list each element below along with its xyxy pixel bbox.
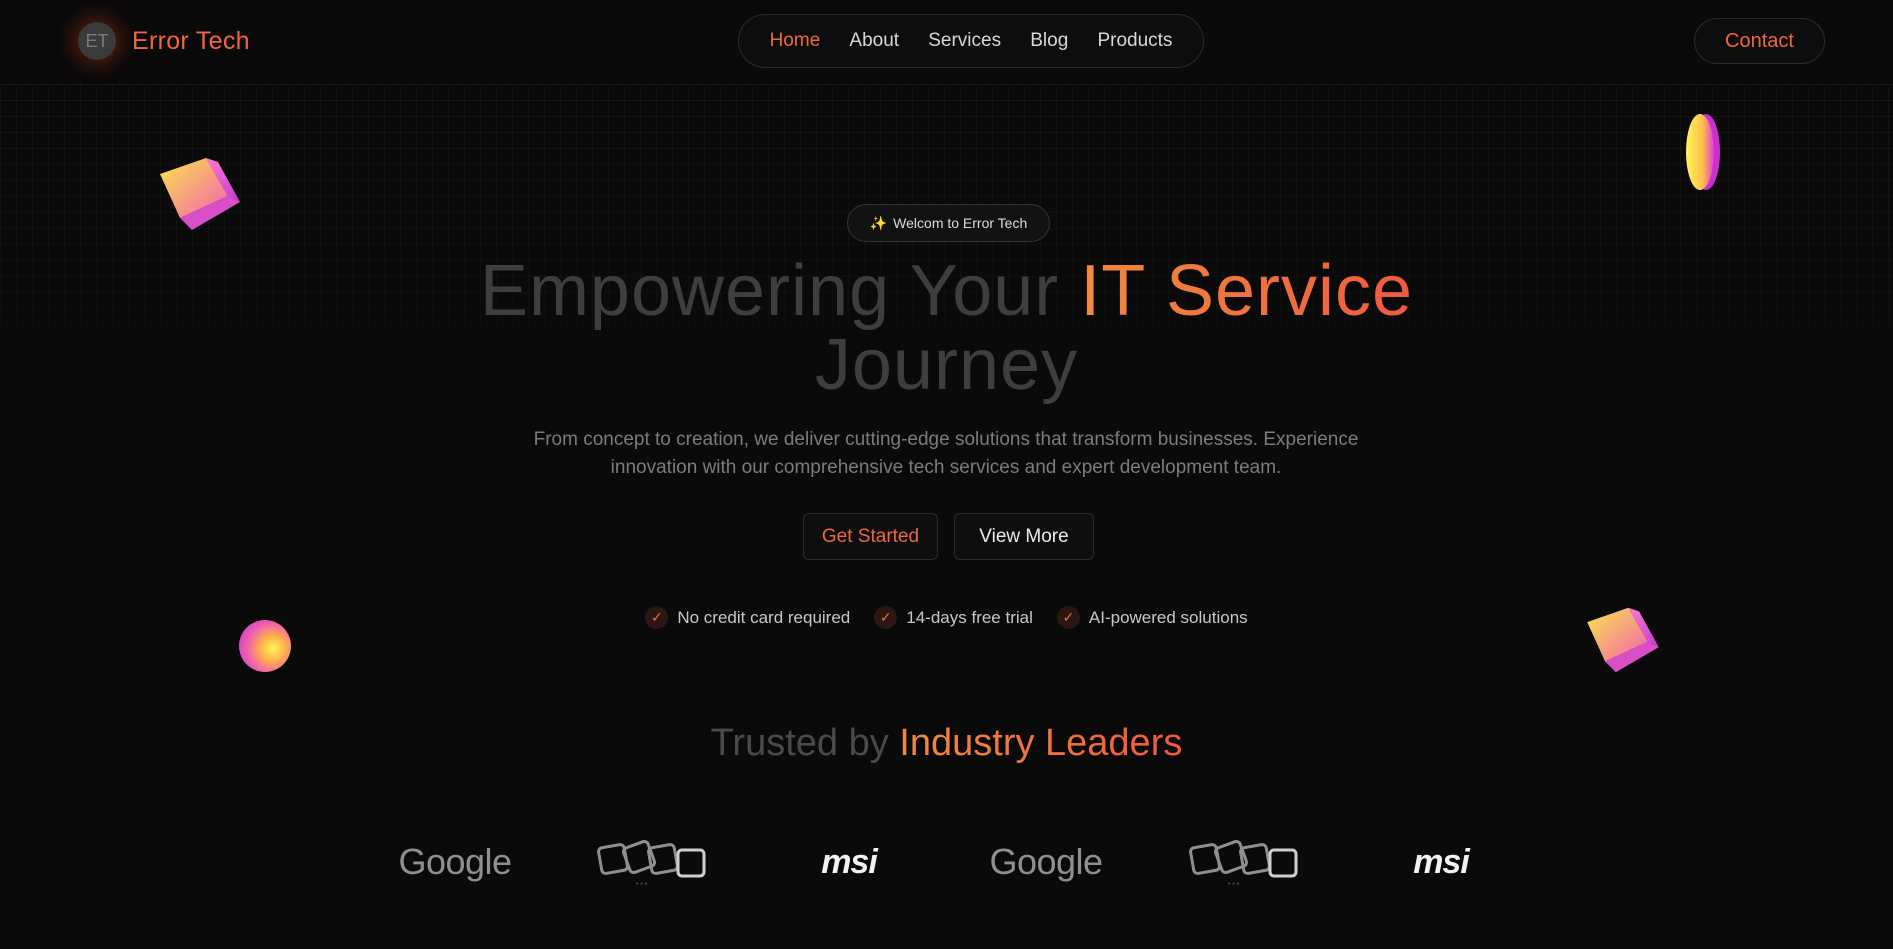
google-logo: Google [398,841,512,882]
badge-text: Welcom to Error Tech [893,215,1028,231]
hero-title-accent: IT Service [1080,251,1414,331]
feature-item: ✓ AI-powered solutions [1056,606,1248,629]
contact-button[interactable]: Contact [1694,18,1825,64]
check-icon: ✓ [874,606,898,629]
trusted-title: Trusted by Industry Leaders [0,722,1893,765]
feature-label: No credit card required [677,607,851,627]
nav-about[interactable]: About [849,30,899,52]
brand-logo[interactable]: ET Error Tech [78,22,250,60]
hero-subtitle: From concept to creation, we deliver cut… [496,426,1396,482]
cube-shape-top-left [160,158,240,230]
logo-mark: ET [78,22,116,60]
view-more-button[interactable]: View More [954,513,1094,560]
check-icon: ✓ [1056,606,1080,629]
welcome-badge: ✨ Welcom to Error Tech [847,204,1050,242]
partner-logos: Google • • • msi Google • • • msi [0,834,1893,890]
hero-title-part1: Empowering Your [479,251,1081,331]
msi-logo: msi [1413,842,1470,881]
feature-label: AI-powered solutions [1088,607,1248,627]
feature-item: ✓ 14-days free trial [874,606,1033,629]
main-nav: Home About Services Blog Products [738,14,1204,68]
check-icon: ✓ [645,606,669,629]
nav-home[interactable]: Home [770,30,821,52]
hero-subtitle-line1: From concept to creation, we deliver cut… [533,429,1359,450]
hero-title-part2: Journey [814,325,1079,405]
nav-blog[interactable]: Blog [1030,30,1068,52]
hero-subtitle-line2: innovation with our comprehensive tech s… [610,457,1282,478]
logo-text: Error Tech [132,26,250,55]
feature-item: ✓ No credit card required [645,606,850,629]
microsoft-squares-logo: • • • [597,839,706,888]
hero-title: Empowering Your IT Service Journey [0,254,1893,402]
svg-text:• • •: • • • [1228,881,1240,888]
feature-label: 14-days free trial [906,607,1033,627]
msi-logo: msi [821,842,878,881]
svg-text:• • •: • • • [636,881,648,888]
sparkles-icon: ✨ [869,214,888,231]
nav-services[interactable]: Services [928,30,1001,52]
trusted-title-accent: Industry Leaders [899,722,1183,764]
nav-products[interactable]: Products [1097,30,1172,52]
get-started-button[interactable]: Get Started [803,513,938,560]
feature-list: ✓ No credit card required ✓ 14-days free… [0,606,1893,629]
microsoft-squares-logo: • • • [1189,839,1298,888]
trusted-title-part1: Trusted by [710,722,900,764]
disk-shape-top-right [1686,114,1720,190]
header-divider [0,84,1893,85]
google-logo: Google [989,841,1103,882]
